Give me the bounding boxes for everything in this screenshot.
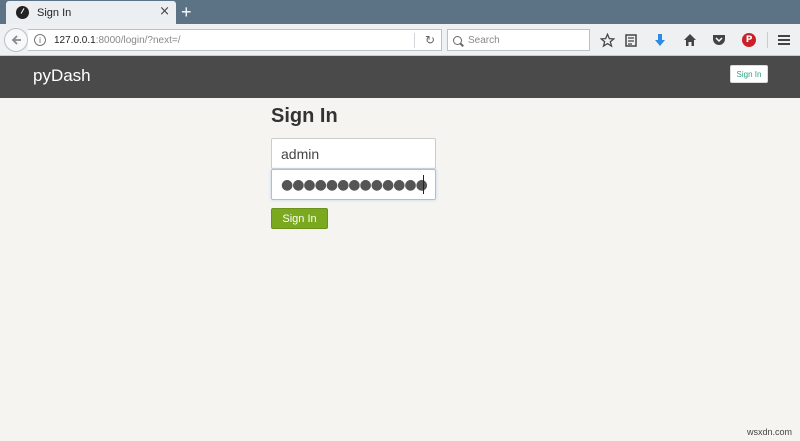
site-info-icon[interactable]: i bbox=[34, 34, 46, 46]
watermark: wsxdn.com bbox=[747, 427, 793, 437]
app-header: pyDash Sign In bbox=[0, 56, 800, 98]
star-icon[interactable] bbox=[597, 30, 617, 50]
hamburger-menu-icon bbox=[778, 35, 790, 45]
url-path: :8000/login/?next=/ bbox=[95, 34, 181, 46]
password-field[interactable]: ●●●●●●●●●●●●● bbox=[271, 169, 436, 200]
dashboard-favicon-icon bbox=[16, 6, 29, 19]
tab-strip: Sign In × + bbox=[0, 0, 800, 24]
url-host: 127.0.0.1 bbox=[54, 34, 96, 46]
sign-in-button[interactable]: Sign In bbox=[271, 208, 328, 229]
new-tab-button[interactable]: + bbox=[181, 1, 192, 23]
address-bar[interactable]: i 127.0.0.1 :8000/login/?next=/ ↻ bbox=[28, 29, 442, 51]
pinterest-letter: P bbox=[742, 33, 756, 47]
password-mask: ●●●●●●●●●●●●● bbox=[281, 177, 428, 193]
search-input[interactable] bbox=[468, 34, 583, 46]
reading-list-icon[interactable] bbox=[621, 30, 641, 50]
home-icon[interactable] bbox=[680, 30, 700, 50]
search-bar[interactable] bbox=[447, 29, 590, 51]
tab-title: Sign In bbox=[37, 6, 72, 19]
header-sign-in-button[interactable]: Sign In bbox=[730, 65, 768, 83]
close-tab-icon[interactable]: × bbox=[159, 5, 170, 19]
search-icon bbox=[453, 35, 462, 45]
pinterest-icon[interactable]: P bbox=[739, 30, 759, 50]
navigation-toolbar: i 127.0.0.1 :8000/login/?next=/ ↻ P bbox=[0, 24, 800, 56]
back-arrow-icon bbox=[11, 35, 21, 45]
toolbar-divider bbox=[767, 32, 768, 48]
pocket-icon[interactable] bbox=[709, 30, 729, 50]
page-title: Sign In bbox=[271, 105, 338, 127]
username-input[interactable] bbox=[272, 139, 435, 168]
brand-logo[interactable]: pyDash bbox=[33, 66, 91, 86]
download-icon[interactable] bbox=[650, 30, 670, 50]
address-bar-divider bbox=[414, 33, 415, 48]
menu-icon[interactable] bbox=[774, 30, 794, 50]
reload-icon[interactable]: ↻ bbox=[425, 33, 435, 48]
tab-sign-in[interactable]: Sign In × bbox=[6, 1, 176, 24]
text-caret bbox=[423, 175, 424, 194]
username-field[interactable] bbox=[271, 138, 436, 169]
back-button[interactable] bbox=[4, 28, 28, 52]
